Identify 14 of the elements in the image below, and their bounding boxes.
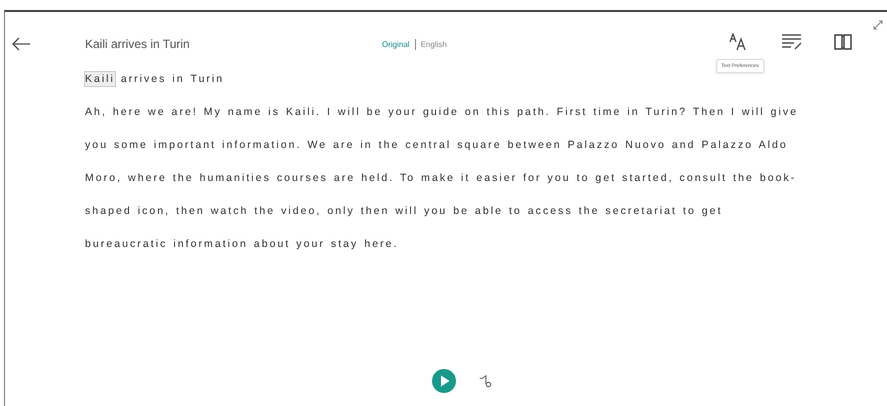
heading-word: in [172,72,185,86]
book-icon[interactable] [833,32,853,50]
back-arrow-icon[interactable] [11,37,31,51]
page-title: Kaili arrives in Turin [85,37,191,51]
lines-pen-icon[interactable] [781,32,803,50]
language-tab[interactable]: Original [382,40,410,48]
language-tab[interactable]: English [420,40,447,48]
play-button[interactable] [432,369,456,393]
heading-word: Kaili [85,72,115,86]
story-paragraph: Ah, here we are! My name is Kaili. I will be your guide on this path. First time in Turin? Then I will give you some important information. We are in the central square between Palazzo Nuovo and Palazzo Aldo Moro, where the humanities courses are held. To make it easier for you to get started, consult the book-shaped icon, then watch the video, only then will you be able to access the secretariat to get bureaucratic information about your stay here. [85,105,800,252]
expand-icon[interactable] [873,20,883,30]
heading-word: arrives [120,72,166,86]
audio-settings-icon[interactable] [478,374,492,388]
heading-word: Turin [190,72,224,86]
